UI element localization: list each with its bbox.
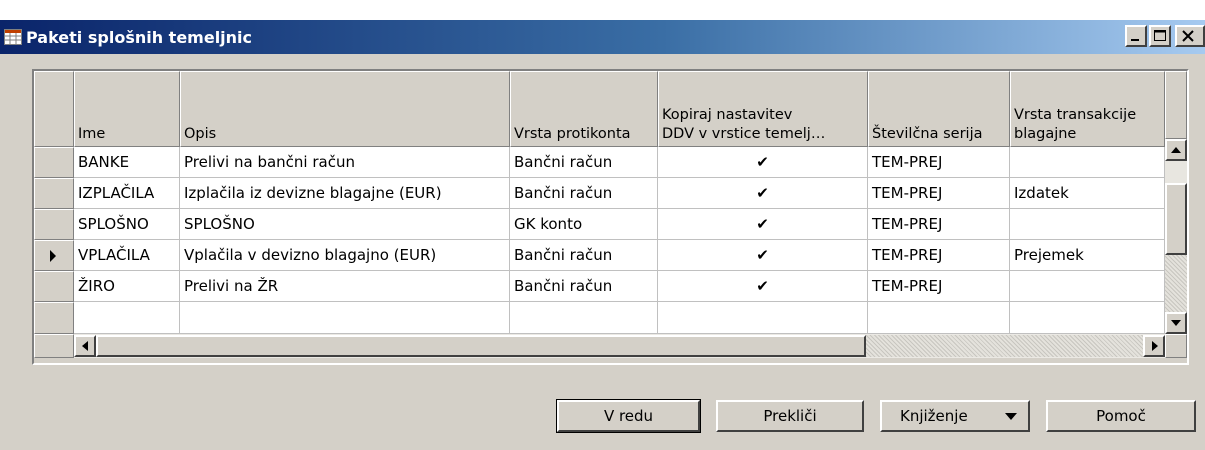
cell-vrsta-transakcije[interactable]	[1010, 302, 1165, 334]
posting-menu-label: Knjiženje	[900, 407, 968, 425]
row-selector-current[interactable]	[34, 240, 74, 271]
scroll-corner-right	[1165, 334, 1187, 358]
row-selector[interactable]	[34, 209, 74, 240]
column-header-stevilcna-serija[interactable]: Številčna serija	[868, 71, 1010, 147]
header-filler	[1165, 71, 1187, 139]
cell-vrsta-transakcije[interactable]	[1010, 271, 1165, 302]
close-icon	[1182, 30, 1194, 42]
cell-vrsta-protikonta[interactable]	[510, 302, 658, 334]
cancel-button[interactable]: Prekliči	[716, 400, 864, 432]
arrow-down-icon	[1171, 320, 1181, 326]
ok-button[interactable]: V redu	[556, 399, 701, 433]
cell-kopiraj-checkbox[interactable]	[658, 302, 868, 334]
cell-kopiraj-checkbox[interactable]: ✔	[658, 178, 868, 209]
help-button[interactable]: Pomoč	[1046, 400, 1196, 432]
column-header-vrsta-transakcije[interactable]: Vrsta transakcije blagajne	[1010, 71, 1165, 147]
cell-ime[interactable]: VPLAČILA	[74, 240, 180, 271]
cell-stevilcna-serija[interactable]: TEM-PREJ	[868, 240, 1010, 271]
arrow-up-icon	[1171, 147, 1181, 153]
minimize-icon	[1131, 39, 1139, 41]
cell-vrsta-transakcije[interactable]: Prejemek	[1010, 240, 1165, 271]
column-header-ime[interactable]: Ime	[74, 71, 180, 147]
maximize-button[interactable]	[1149, 25, 1171, 47]
cell-vrsta-protikonta[interactable]: Bančni račun	[510, 178, 658, 209]
close-button[interactable]	[1175, 25, 1205, 47]
cell-vrsta-transakcije[interactable]	[1010, 209, 1165, 240]
arrow-left-icon	[82, 341, 88, 351]
title-bar[interactable]: Paketi splošnih temeljnic	[0, 20, 1205, 54]
cell-stevilcna-serija[interactable]	[868, 302, 1010, 334]
row-pointer-icon	[50, 250, 56, 262]
cell-kopiraj-checkbox[interactable]: ✔	[658, 209, 868, 240]
cell-opis[interactable]	[180, 302, 510, 334]
cell-vrsta-protikonta[interactable]: Bančni račun	[510, 271, 658, 302]
cell-vrsta-protikonta[interactable]: Bančni račun	[510, 240, 658, 271]
cell-vrsta-transakcije[interactable]: Izdatek	[1010, 178, 1165, 209]
scroll-corner-left	[34, 334, 74, 358]
dropdown-arrow-icon	[1005, 413, 1017, 420]
cell-opis[interactable]: Prelivi na bančni račun	[180, 147, 510, 178]
column-header-vrsta-protikonta[interactable]: Vrsta protikonta	[510, 71, 658, 147]
horizontal-scrollbar[interactable]	[74, 334, 1165, 358]
cell-ime[interactable]: BANKE	[74, 147, 180, 178]
journal-batches-grid: Ime Opis Vrsta protikonta Kopiraj nastav…	[32, 69, 1189, 365]
cell-kopiraj-checkbox[interactable]: ✔	[658, 271, 868, 302]
cell-stevilcna-serija[interactable]: TEM-PREJ	[868, 147, 1010, 178]
cell-vrsta-protikonta[interactable]: Bančni račun	[510, 147, 658, 178]
cell-opis[interactable]: Vplačila v devizno blagajno (EUR)	[180, 240, 510, 271]
scroll-right-button[interactable]	[1143, 335, 1165, 357]
vertical-scrollbar[interactable]	[1165, 139, 1187, 334]
row-selector[interactable]	[34, 147, 74, 178]
arrow-right-icon	[1152, 341, 1158, 351]
vertical-scroll-thumb[interactable]	[1165, 183, 1187, 255]
cell-ime[interactable]: ŽIRO	[74, 271, 180, 302]
cell-stevilcna-serija[interactable]: TEM-PREJ	[868, 271, 1010, 302]
cell-kopiraj-checkbox[interactable]: ✔	[658, 147, 868, 178]
scroll-up-button[interactable]	[1165, 139, 1187, 161]
maximize-icon	[1154, 30, 1166, 41]
minimize-button[interactable]	[1125, 25, 1147, 47]
cell-kopiraj-checkbox[interactable]: ✔	[658, 240, 868, 271]
cell-ime[interactable]: SPLOŠNO	[74, 209, 180, 240]
cell-opis[interactable]: Izplačila iz devizne blagajne (EUR)	[180, 178, 510, 209]
cell-opis[interactable]: SPLOŠNO	[180, 209, 510, 240]
cell-stevilcna-serija[interactable]: TEM-PREJ	[868, 209, 1010, 240]
table-icon	[4, 29, 22, 45]
posting-menu-button[interactable]: Knjiženje	[880, 400, 1030, 432]
scroll-down-button[interactable]	[1165, 312, 1187, 334]
cell-stevilcna-serija[interactable]: TEM-PREJ	[868, 178, 1010, 209]
horizontal-scroll-track[interactable]	[866, 335, 1143, 357]
window-title: Paketi splošnih temeljnic	[26, 28, 253, 47]
row-selector-new[interactable]	[34, 302, 74, 334]
row-header-corner	[34, 71, 74, 147]
cell-ime[interactable]: IZPLAČILA	[74, 178, 180, 209]
scroll-left-button[interactable]	[74, 335, 96, 357]
row-selector[interactable]	[34, 271, 74, 302]
vertical-scroll-track[interactable]	[1165, 255, 1187, 312]
cell-vrsta-protikonta[interactable]: GK konto	[510, 209, 658, 240]
row-selector[interactable]	[34, 178, 74, 209]
horizontal-scroll-thumb[interactable]	[96, 335, 866, 357]
column-header-kopiraj-ddv[interactable]: Kopiraj nastavitev DDV v vrstice temelj…	[658, 71, 868, 147]
journal-batches-window: Paketi splošnih temeljnic Ime Opis Vrsta…	[0, 20, 1205, 450]
cell-ime[interactable]	[74, 302, 180, 334]
cell-vrsta-transakcije[interactable]	[1010, 147, 1165, 178]
cell-opis[interactable]: Prelivi na ŽR	[180, 271, 510, 302]
column-header-opis[interactable]: Opis	[180, 71, 510, 147]
